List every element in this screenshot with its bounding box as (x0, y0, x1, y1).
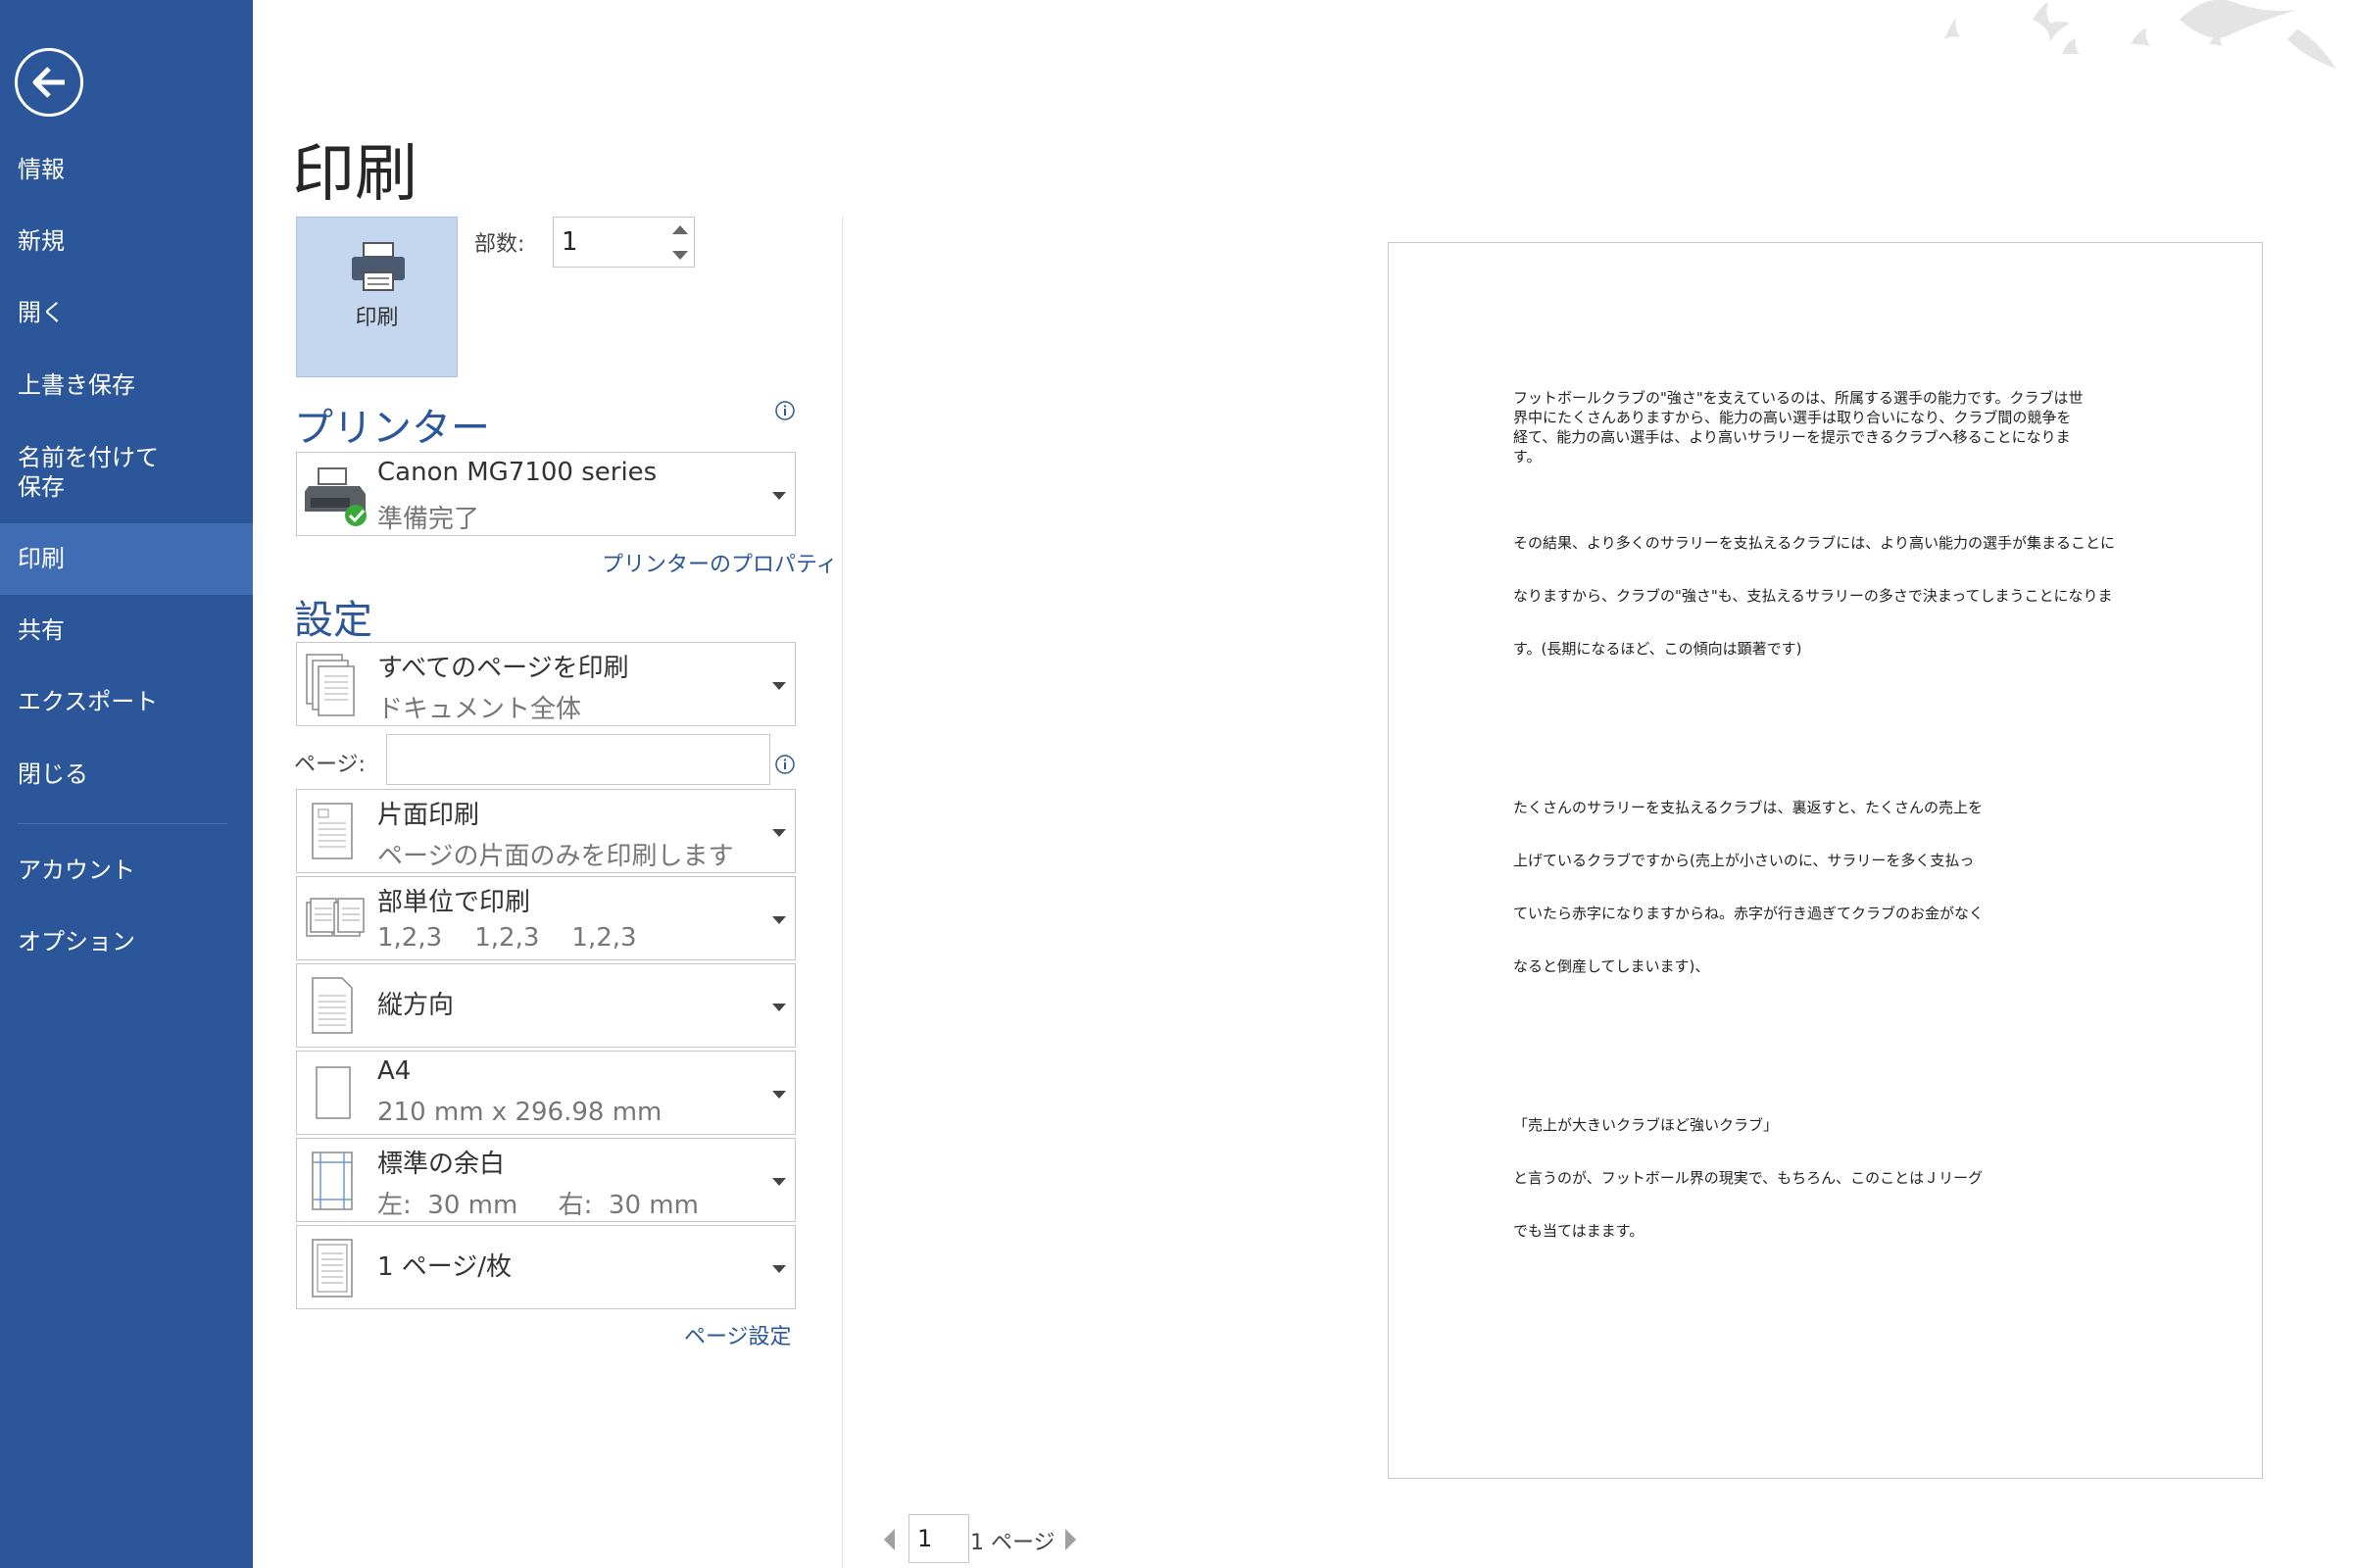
previous-page-arrow-icon[interactable] (884, 1529, 895, 1550)
preview-text-line: でも当てはまます。 (1513, 1222, 1644, 1240)
print-button-label: 印刷 (355, 306, 399, 330)
settings-heading: 設定 (294, 598, 372, 643)
margins-sub: 左: 30 mm 右: 30 mm (377, 1191, 699, 1220)
preview-text-line: す。 (1513, 448, 1542, 466)
preview-text-line: ていたら赤字になりますからね。赤字が行き過ぎてクラブのお金がなく (1513, 905, 1985, 922)
preview-text-line: 界中にたくさんありますから、能力の高い選手は取り合いになり、クラブ間の競争を (1513, 409, 2072, 426)
nav-print[interactable]: 印刷 (0, 523, 253, 595)
decorative-birds-image (1944, 0, 2336, 69)
panel-divider (842, 217, 843, 1568)
nav-info[interactable]: 情報 (0, 155, 253, 184)
paper-size-dropdown[interactable]: A4 210 mm x 296.98 mm (296, 1051, 796, 1135)
spin-down-icon[interactable] (672, 251, 688, 260)
print-range-sub: ドキュメント全体 (377, 695, 582, 724)
chevron-down-icon (772, 916, 786, 924)
preview-text-line: と言うのが、フットボール界の現実で、もちろん、このことはＪリーグ (1513, 1169, 1984, 1187)
sides-title: 片面印刷 (377, 801, 480, 830)
preview-text-line: なりますから、クラブの"強さ"も、支払えるサラリーの多さで決まってしまうことにな… (1513, 587, 2113, 605)
chevron-down-icon (772, 682, 786, 690)
collate-sub: 1,2,3 1,2,3 1,2,3 (377, 923, 637, 953)
sides-sub: ページの片面のみを印刷します (377, 842, 734, 871)
chevron-down-icon (772, 492, 786, 500)
orientation-title: 縦方向 (377, 991, 455, 1020)
arrow-left-icon (32, 67, 65, 98)
chevron-down-icon (772, 1178, 786, 1186)
nav-export[interactable]: エクスポート (0, 687, 253, 716)
paper-size-icon (316, 1066, 351, 1119)
orientation-dropdown[interactable]: 縦方向 (296, 963, 796, 1048)
preview-text-line: たくさんのサラリーを支払えるクラブは、裏返すと、たくさんの売上を (1513, 799, 1983, 816)
preview-text-line: 経て、能力の高い選手は、より高いサラリーを提示できるクラブへ移ることになりま (1513, 428, 2071, 446)
printer-name: Canon MG7100 series (377, 458, 658, 487)
page-total-label: 1 ページ (970, 1531, 1055, 1555)
pages-stack-icon (306, 654, 355, 716)
print-button[interactable]: 印刷 (296, 217, 458, 377)
portrait-page-icon (312, 977, 353, 1034)
next-page-arrow-icon[interactable] (1065, 1529, 1076, 1550)
info-icon[interactable] (774, 754, 796, 775)
nav-options[interactable]: オプション (0, 927, 253, 956)
preview-text-line: なると倒産してしまいます)、 (1513, 957, 1710, 975)
printer-dropdown[interactable]: Canon MG7100 series 準備完了 (296, 452, 796, 536)
print-range-dropdown[interactable]: すべてのページを印刷 ドキュメント全体 (296, 642, 796, 726)
margins-icon (312, 1152, 353, 1210)
pages-input[interactable] (386, 734, 770, 785)
nav-new[interactable]: 新規 (0, 226, 253, 256)
back-button[interactable] (15, 48, 83, 117)
nav-share[interactable]: 共有 (0, 615, 253, 645)
spin-up-icon[interactable] (672, 225, 688, 234)
paper-size-title: A4 (377, 1056, 412, 1086)
chevron-down-icon (772, 829, 786, 837)
collate-dropdown[interactable]: 部単位で印刷 1,2,3 1,2,3 1,2,3 (296, 876, 796, 960)
preview-text-line: 上げているクラブですから(売上が小さいのに、サラリーを多く支払っ (1513, 852, 1975, 869)
copies-label: 部数: (474, 232, 525, 257)
chevron-down-icon (772, 1091, 786, 1099)
sides-dropdown[interactable]: 片面印刷 ページの片面のみを印刷します (296, 789, 796, 873)
preview-text-line: 「売上が大きいクラブほど強いクラブ」 (1513, 1116, 1779, 1134)
paper-size-sub: 210 mm x 296.98 mm (377, 1098, 663, 1127)
nav-open[interactable]: 開く (0, 298, 253, 327)
info-icon[interactable] (774, 400, 796, 421)
margins-dropdown[interactable]: 標準の余白 左: 30 mm 右: 30 mm (296, 1138, 796, 1222)
pages-label: ページ: (294, 753, 366, 777)
printer-status: 準備完了 (377, 505, 480, 534)
preview-text-line: フットボールクラブの"強さ"を支えているのは、所属する選手の能力です。クラブは世 (1513, 389, 2084, 407)
chevron-down-icon (772, 1265, 786, 1273)
collate-title: 部単位で印刷 (377, 888, 531, 917)
nav-save-as[interactable]: 名前を付けて 保存 (0, 443, 253, 502)
collated-icon (306, 898, 365, 937)
print-preview-page: フットボールクラブの"強さ"を支えているのは、所属する選手の能力です。クラブは世… (1388, 242, 2263, 1479)
printer-properties-link[interactable]: プリンターのプロパティ (602, 547, 838, 578)
copies-value: 1 (562, 227, 578, 257)
margins-title: 標準の余白 (377, 1150, 506, 1179)
page-title: 印刷 (292, 138, 417, 211)
pages-per-sheet-icon (312, 1239, 353, 1298)
preview-text-line: その結果、より多くのサラリーを支払えるクラブには、より高い能力の選手が集まること… (1513, 534, 2115, 552)
page-number-input[interactable]: 1 (908, 1514, 969, 1563)
backstage-sidebar: 情報 新規 開く 上書き保存 名前を付けて 保存 印刷 共有 エクスポート 閉じ… (0, 0, 253, 1568)
chevron-down-icon (772, 1004, 786, 1011)
printer-heading: プリンター (294, 406, 490, 451)
copies-input[interactable]: 1 (553, 217, 695, 268)
preview-text-line: す。(長期になるほど、この傾向は顕著です) (1513, 640, 1802, 658)
nav-close[interactable]: 閉じる (0, 760, 253, 789)
pages-per-sheet-title: 1 ページ/枚 (377, 1252, 513, 1282)
printer-ready-icon (305, 467, 367, 526)
pages-per-sheet-dropdown[interactable]: 1 ページ/枚 (296, 1225, 796, 1309)
page-setup-link[interactable]: ページ設定 (684, 1319, 792, 1350)
nav-account[interactable]: アカウント (0, 856, 253, 885)
nav-divider (18, 823, 227, 824)
nav-save[interactable]: 上書き保存 (0, 370, 253, 400)
print-range-title: すべてのページを印刷 (377, 654, 629, 683)
single-sided-icon (312, 803, 353, 859)
printer-icon (352, 242, 405, 291)
